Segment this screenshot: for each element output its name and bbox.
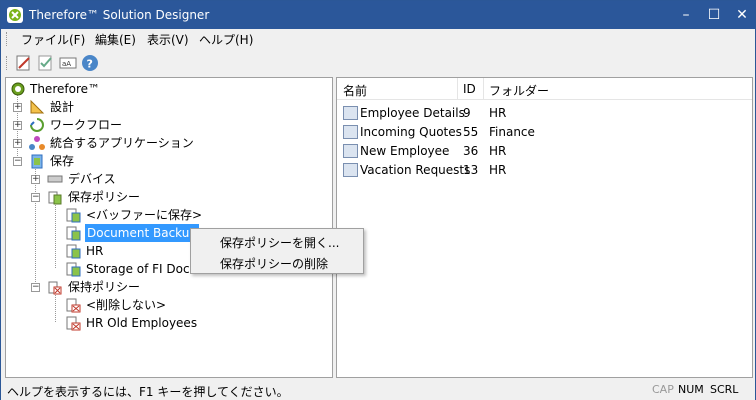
cell-id: 13 bbox=[463, 163, 479, 177]
category-icon bbox=[343, 163, 358, 177]
policy-icon bbox=[66, 207, 82, 223]
policy-icon bbox=[66, 225, 82, 241]
list-item[interactable]: Employee Details 9 HR bbox=[337, 104, 752, 123]
list-item[interactable]: New Employee 36 HR bbox=[337, 142, 752, 161]
status-bar: ヘルプを表示するには、F1 キーを押してください。 CAP NUM SCRL bbox=[1, 379, 755, 400]
cell-id: 55 bbox=[463, 125, 479, 139]
column-header-folder[interactable]: フォルダー bbox=[489, 82, 549, 99]
tree-label-storage-policy: 保存ポリシー bbox=[68, 190, 141, 204]
svg-text:?: ? bbox=[87, 58, 93, 71]
expand-icon[interactable]: + bbox=[13, 103, 22, 112]
cell-folder: HR bbox=[489, 106, 507, 120]
context-delete-storage-policy[interactable]: 保存ポリシーの削除 bbox=[220, 255, 328, 272]
retention-icon bbox=[66, 297, 82, 313]
tree-label-no-delete: <削除しない> bbox=[86, 298, 167, 312]
menu-help[interactable]: ヘルプ(H) bbox=[199, 31, 253, 48]
context-open-storage-policy[interactable]: 保存ポリシーを開く... bbox=[220, 234, 339, 251]
cell-id: 9 bbox=[463, 106, 471, 120]
device-icon bbox=[47, 171, 63, 187]
close-button[interactable]: ✕ bbox=[727, 1, 756, 29]
collapse-icon[interactable]: − bbox=[31, 283, 40, 292]
expand-icon[interactable]: + bbox=[31, 175, 40, 184]
abc-icon[interactable]: aA bbox=[59, 54, 77, 72]
menu-bar: ファイル(F) 編集(E) 表示(V) ヘルプ(H) bbox=[1, 29, 755, 49]
tree-line bbox=[55, 292, 56, 322]
status-help-text: ヘルプを表示するには、F1 キーを押してください。 bbox=[7, 385, 289, 399]
cell-name: Employee Details bbox=[360, 106, 465, 120]
collapse-icon[interactable]: − bbox=[13, 157, 22, 166]
cell-id: 36 bbox=[463, 144, 479, 158]
check-icon[interactable] bbox=[37, 54, 55, 72]
title-bar: Therefore™ Solution Designer – ☐ ✕ bbox=[1, 1, 755, 29]
cell-name: New Employee bbox=[360, 144, 450, 158]
menu-edit[interactable]: 編集(E) bbox=[95, 31, 136, 48]
tree-label-save-to-buffer: <バッファーに保存> bbox=[86, 208, 203, 222]
menu-grip bbox=[6, 32, 9, 46]
policy-icon bbox=[66, 243, 82, 259]
expand-icon[interactable]: + bbox=[13, 121, 22, 130]
menu-file[interactable]: ファイル(F) bbox=[21, 31, 85, 48]
tree-label-retention-policy: 保持ポリシー bbox=[68, 280, 141, 294]
column-header-name[interactable]: 名前 bbox=[343, 82, 367, 99]
list-item[interactable]: Vacation Requests 13 HR bbox=[337, 161, 752, 180]
designer-icon[interactable] bbox=[15, 54, 33, 72]
minimize-button[interactable]: – bbox=[671, 1, 701, 29]
tree-line bbox=[55, 202, 56, 268]
menu-view[interactable]: 表示(V) bbox=[147, 31, 189, 48]
tree-label-design: 設計 bbox=[50, 100, 75, 114]
tree-label-root: Therefore™ bbox=[30, 82, 100, 96]
storage-icon bbox=[29, 153, 45, 169]
therefore-logo-icon bbox=[10, 81, 26, 97]
storage-policy-icon bbox=[47, 189, 63, 205]
app-window: Therefore™ Solution Designer – ☐ ✕ ファイル(… bbox=[0, 0, 756, 400]
category-icon bbox=[343, 144, 358, 158]
tree-label-storage: 保存 bbox=[50, 154, 75, 168]
workflow-icon bbox=[29, 117, 45, 133]
tree-label-hr-old: HR Old Employees bbox=[86, 316, 198, 330]
expand-icon[interactable]: + bbox=[13, 139, 22, 148]
cell-folder: HR bbox=[489, 144, 507, 158]
window-title: Therefore™ Solution Designer bbox=[29, 8, 210, 22]
retention-policy-icon bbox=[47, 279, 63, 295]
integration-icon bbox=[29, 135, 45, 151]
list-item[interactable]: Incoming Quotes 55 Finance bbox=[337, 123, 752, 142]
column-separator[interactable] bbox=[483, 78, 484, 100]
cell-folder: HR bbox=[489, 163, 507, 177]
cap-indicator: CAP bbox=[652, 383, 674, 396]
cell-folder: Finance bbox=[489, 125, 535, 139]
tree-label-workflow: ワークフロー bbox=[50, 118, 123, 132]
policy-icon bbox=[66, 261, 82, 277]
context-menu: 保存ポリシーを開く... 保存ポリシーの削除 bbox=[190, 228, 364, 274]
collapse-icon[interactable]: − bbox=[31, 193, 40, 202]
design-icon bbox=[29, 99, 45, 115]
tree-label-document-backup: Document Backup bbox=[85, 224, 199, 242]
list-header: 名前 ID フォルダー bbox=[337, 78, 752, 100]
category-icon bbox=[343, 106, 358, 120]
app-logo-icon bbox=[7, 7, 23, 23]
cell-name: Incoming Quotes bbox=[360, 125, 462, 139]
tree-label-integrated-apps: 統合するアプリケーション bbox=[50, 136, 194, 150]
column-separator[interactable] bbox=[457, 78, 458, 100]
svg-text:aA: aA bbox=[62, 60, 71, 68]
tree-label-devices: デバイス bbox=[68, 172, 116, 186]
help-icon[interactable]: ? bbox=[81, 54, 99, 72]
retention-icon bbox=[66, 315, 82, 331]
scrl-indicator: SCRL bbox=[710, 383, 739, 396]
tree-label-hr: HR bbox=[86, 244, 104, 258]
tree-line bbox=[35, 166, 36, 288]
num-indicator: NUM bbox=[678, 383, 704, 396]
list-pane: 名前 ID フォルダー Employee Details 9 HR Incomi… bbox=[336, 77, 753, 378]
category-icon bbox=[343, 125, 358, 139]
toolbar-grip bbox=[6, 56, 9, 70]
column-header-id[interactable]: ID bbox=[463, 82, 476, 96]
cell-name: Vacation Requests bbox=[360, 163, 471, 177]
toolbar: aA ? bbox=[1, 51, 755, 75]
maximize-button[interactable]: ☐ bbox=[699, 1, 729, 29]
tree-label-storage-fi: Storage of FI Docur bbox=[86, 262, 203, 276]
